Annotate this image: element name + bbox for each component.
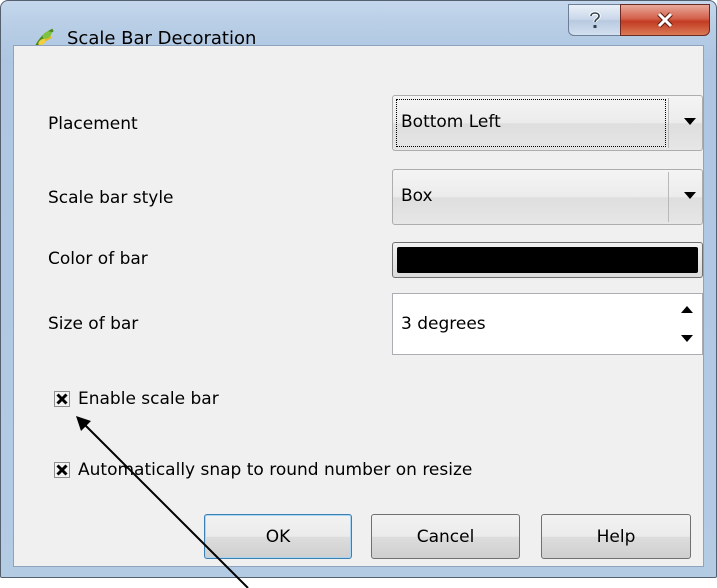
spin-buttons bbox=[672, 294, 702, 354]
question-icon[interactable] bbox=[568, 4, 620, 36]
placement-label: Placement bbox=[48, 114, 138, 134]
dialog-body: Placement Bottom Left Scale bar style Bo… bbox=[13, 45, 704, 567]
style-combo[interactable]: Box bbox=[392, 169, 703, 225]
combo-separator bbox=[668, 172, 669, 222]
x-check-icon bbox=[56, 393, 68, 405]
placement-combo[interactable]: Bottom Left bbox=[392, 95, 703, 151]
style-label: Scale bar style bbox=[48, 188, 174, 208]
placement-value: Bottom Left bbox=[401, 112, 501, 132]
size-value: 3 degrees bbox=[401, 314, 486, 334]
auto-snap-checkbox[interactable] bbox=[54, 462, 70, 478]
dialog-window: Scale Bar Decoration Placement Bottom Le… bbox=[0, 0, 717, 578]
caption-buttons bbox=[568, 4, 710, 38]
x-check-icon bbox=[56, 464, 68, 476]
size-label: Size of bar bbox=[48, 314, 139, 334]
color-button[interactable] bbox=[392, 242, 703, 278]
auto-snap-label[interactable]: Automatically snap to round number on re… bbox=[78, 460, 472, 480]
chevron-down-icon[interactable] bbox=[684, 192, 696, 199]
enable-scale-bar-label[interactable]: Enable scale bar bbox=[78, 389, 219, 409]
enable-scale-bar-checkbox[interactable] bbox=[54, 391, 70, 407]
help-button[interactable]: Help bbox=[541, 514, 691, 559]
spin-down-icon[interactable] bbox=[674, 324, 700, 352]
color-swatch bbox=[397, 247, 698, 273]
style-value: Box bbox=[401, 186, 433, 206]
size-spinbox[interactable]: 3 degrees bbox=[392, 293, 703, 355]
close-icon[interactable] bbox=[620, 4, 710, 36]
enable-scale-bar-row[interactable]: Enable scale bar bbox=[54, 389, 219, 409]
spin-up-icon[interactable] bbox=[674, 295, 700, 323]
ok-button[interactable]: OK bbox=[204, 514, 352, 559]
color-label: Color of bar bbox=[48, 249, 148, 269]
chevron-down-icon[interactable] bbox=[684, 118, 696, 125]
title-bar[interactable]: Scale Bar Decoration bbox=[1, 1, 716, 52]
combo-separator bbox=[668, 98, 669, 148]
auto-snap-row[interactable]: Automatically snap to round number on re… bbox=[54, 460, 472, 480]
cancel-button[interactable]: Cancel bbox=[371, 514, 520, 559]
